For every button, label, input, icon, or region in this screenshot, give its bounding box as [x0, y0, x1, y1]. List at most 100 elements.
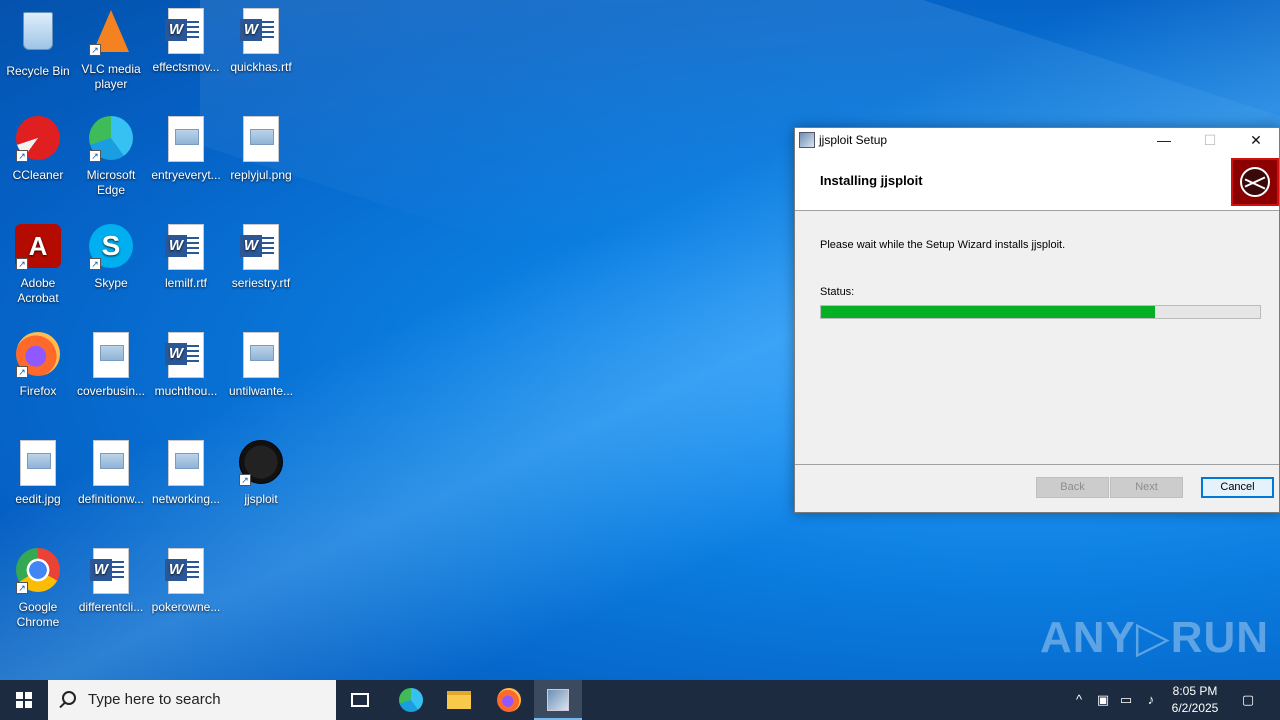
- desktop-icon-quickhas[interactable]: W quickhas.rtf: [223, 8, 299, 75]
- wizard-message: Please wait while the Setup Wizard insta…: [820, 239, 1066, 251]
- icon-label: untilwante...: [228, 384, 294, 398]
- icon-label: seriestry.rtf: [231, 276, 291, 290]
- wizard-footer: Back Next Cancel: [795, 464, 1279, 512]
- desktop-icon-networking[interactable]: networking...: [148, 440, 224, 507]
- icon-label: networking...: [151, 492, 221, 506]
- desktop-icon-coverbusin[interactable]: coverbusin...: [73, 332, 149, 399]
- icon-label: Microsoft Edge: [86, 168, 136, 197]
- window-title: jjsploit Setup: [819, 133, 888, 147]
- image-file-icon: [87, 440, 135, 488]
- desktop-icon-firefox[interactable]: ↗ Firefox: [0, 332, 76, 399]
- icon-label: VLC media player: [81, 62, 141, 91]
- recycle-bin-icon: [14, 12, 62, 60]
- image-file-icon: [162, 116, 210, 164]
- chevron-up-icon: ^: [1075, 692, 1083, 707]
- desktop-icon-replyjul[interactable]: replyjul.png: [223, 116, 299, 183]
- edge-icon: [399, 687, 423, 712]
- icon-label: lemilf.rtf: [165, 276, 207, 290]
- network-icon: ▭: [1119, 692, 1133, 707]
- desktop-icon-google-chrome[interactable]: ↗ Google Chrome: [0, 548, 76, 630]
- action-center-button[interactable]: ▢: [1234, 680, 1262, 720]
- desktop-icon-vlc[interactable]: ↗ VLC media player: [73, 8, 149, 92]
- taskbar-edge[interactable]: [387, 680, 435, 720]
- image-file-icon: [162, 440, 210, 488]
- show-hidden-icons-button[interactable]: ^: [1068, 680, 1090, 720]
- icon-label: replyjul.png: [230, 168, 292, 182]
- edge-icon: ↗: [87, 116, 135, 164]
- jjsploit-logo-icon: [1231, 158, 1279, 206]
- icon-label: differentcli...: [78, 600, 144, 614]
- desktop-icon-differentcli[interactable]: W differentcli...: [73, 548, 149, 615]
- window-titlebar[interactable]: jjsploit Setup — ☐ ✕: [795, 128, 1279, 152]
- icon-label: muchthou...: [154, 384, 218, 398]
- desktop-icon-eedit-jpg[interactable]: eedit.jpg: [0, 440, 76, 507]
- taskbar-jjsploit-setup[interactable]: [534, 680, 582, 720]
- wizard-body: Please wait while the Setup Wizard insta…: [795, 211, 1279, 465]
- taskbar-firefox[interactable]: [485, 680, 533, 720]
- volume-button[interactable]: ♪: [1140, 680, 1162, 720]
- progress-fill: [821, 306, 1155, 318]
- image-file-icon: [237, 116, 285, 164]
- installer-icon: [799, 132, 815, 148]
- status-label: Status:: [820, 286, 855, 298]
- icon-label: Firefox: [19, 384, 57, 398]
- meet-now-icon: ▣: [1096, 692, 1110, 707]
- anyrun-watermark: ANY▷RUN: [1040, 613, 1270, 662]
- icon-label: Google Chrome: [16, 600, 60, 629]
- desktop-icon-ccleaner[interactable]: ↗ CCleaner: [0, 116, 76, 183]
- word-document-icon: W: [162, 332, 210, 380]
- acrobat-icon: A ↗: [14, 224, 62, 272]
- chrome-icon: ↗: [14, 548, 62, 596]
- word-document-icon: W: [87, 548, 135, 596]
- desktop-icon-adobe-acrobat[interactable]: A ↗ Adobe Acrobat: [0, 224, 76, 306]
- clock-date: 6/2/2025: [1171, 701, 1219, 715]
- icon-label: Adobe Acrobat: [17, 276, 59, 305]
- icon-label: eedit.jpg: [15, 492, 61, 506]
- wizard-heading: Installing jjsploit: [820, 173, 923, 188]
- icon-label: effectsmov...: [152, 60, 220, 74]
- search-placeholder: Type here to search: [88, 691, 221, 708]
- desktop-icon-effectsmov[interactable]: W effectsmov...: [148, 8, 224, 75]
- desktop-icon-skype[interactable]: S ↗ Skype: [73, 224, 149, 291]
- back-button[interactable]: Back: [1036, 477, 1109, 498]
- desktop-icon-entryeveryt[interactable]: entryeveryt...: [148, 116, 224, 183]
- skype-icon: S ↗: [87, 224, 135, 272]
- network-button[interactable]: ▭: [1115, 680, 1137, 720]
- meet-now-button[interactable]: ▣: [1092, 680, 1114, 720]
- firefox-icon: [497, 687, 521, 712]
- speaker-icon: ♪: [1147, 692, 1155, 707]
- close-button[interactable]: ✕: [1233, 128, 1279, 152]
- start-button[interactable]: [0, 680, 48, 720]
- desktop-icon-muchthou[interactable]: W muchthou...: [148, 332, 224, 399]
- maximize-button[interactable]: ☐: [1187, 128, 1233, 152]
- jjsploit-icon: ↗: [237, 440, 285, 488]
- task-view-button[interactable]: [336, 680, 384, 720]
- image-file-icon: [14, 440, 62, 488]
- icon-label: Recycle Bin: [6, 64, 70, 78]
- installer-icon: [547, 688, 569, 711]
- windows-logo-icon: [16, 692, 32, 708]
- next-button[interactable]: Next: [1110, 477, 1183, 498]
- word-document-icon: W: [237, 8, 285, 56]
- desktop-icon-microsoft-edge[interactable]: ↗ Microsoft Edge: [73, 116, 149, 198]
- taskbar-clock[interactable]: 8:05 PM 6/2/2025: [1166, 683, 1224, 717]
- desktop-icon-definitionw[interactable]: definitionw...: [73, 440, 149, 507]
- desktop-icon-untilwante[interactable]: untilwante...: [223, 332, 299, 399]
- clock-time: 8:05 PM: [1172, 684, 1218, 698]
- taskbar-search-box[interactable]: Type here to search: [48, 680, 336, 720]
- desktop-icon-seriestry[interactable]: W seriestry.rtf: [223, 224, 299, 291]
- icon-label: quickhas.rtf: [230, 60, 292, 74]
- word-document-icon: W: [162, 224, 210, 272]
- minimize-button[interactable]: —: [1141, 128, 1187, 152]
- image-file-icon: [237, 332, 285, 380]
- image-file-icon: [87, 332, 135, 380]
- icon-label: CCleaner: [12, 168, 64, 182]
- cancel-button[interactable]: Cancel: [1201, 477, 1274, 498]
- word-document-icon: W: [162, 8, 210, 56]
- desktop-icon-recycle-bin[interactable]: Recycle Bin: [0, 8, 76, 79]
- desktop-icon-lemilf[interactable]: W lemilf.rtf: [148, 224, 224, 291]
- desktop-icon-pokerowne[interactable]: W pokerowne...: [148, 548, 224, 615]
- desktop-icon-jjsploit[interactable]: ↗ jjsploit: [223, 440, 299, 507]
- vlc-icon: ↗: [87, 10, 135, 58]
- taskbar-file-explorer[interactable]: [435, 680, 483, 720]
